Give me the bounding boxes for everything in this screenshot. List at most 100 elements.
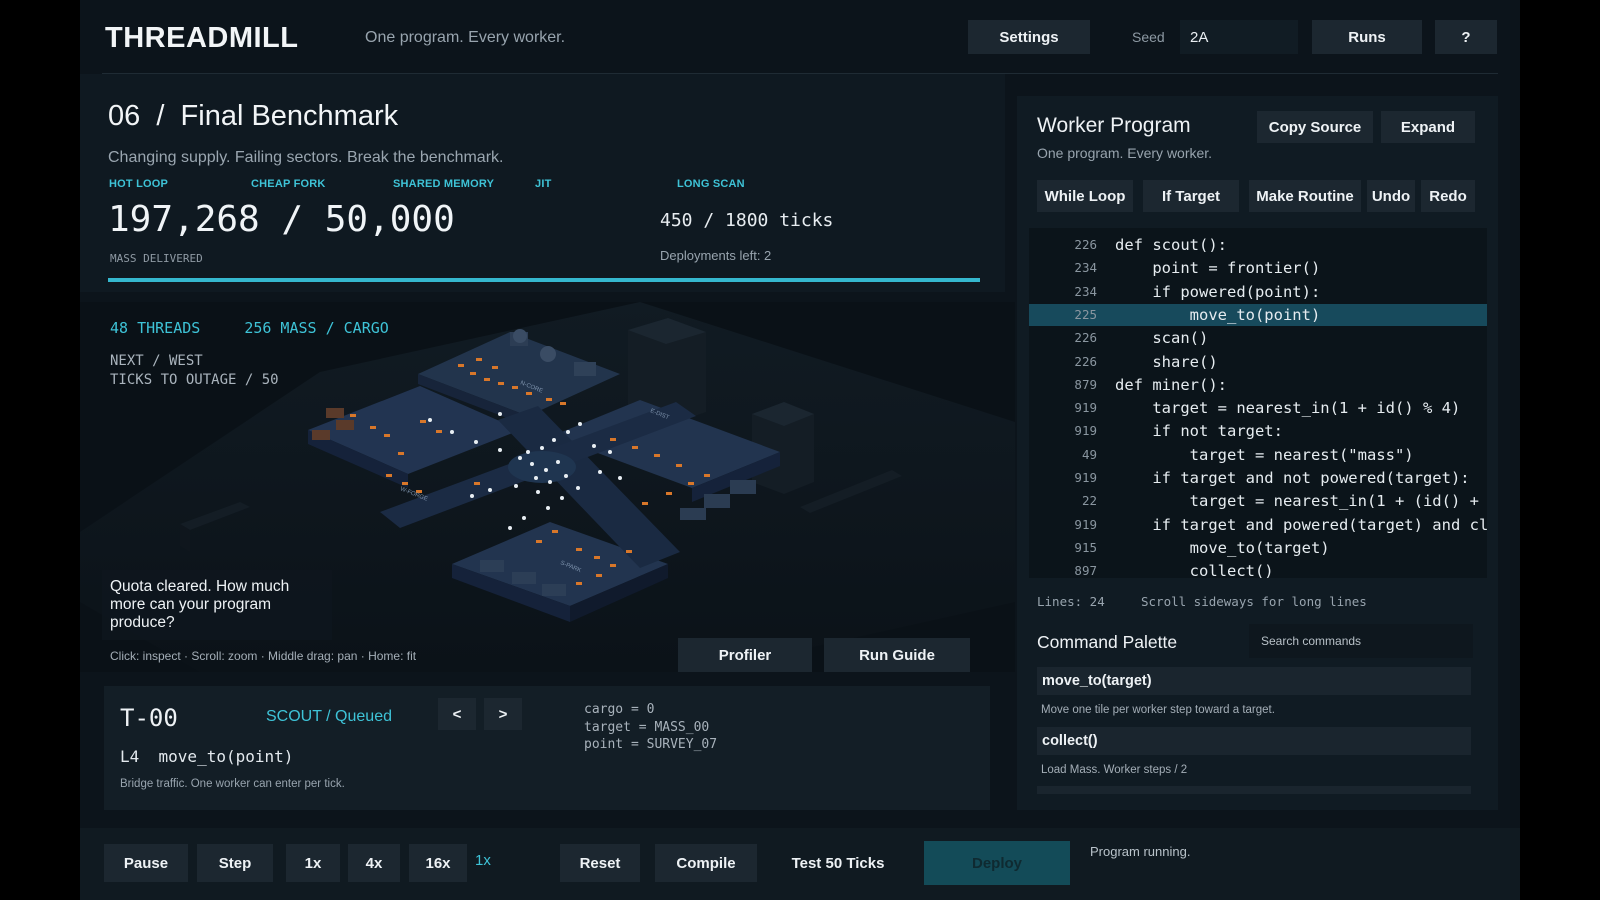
code-text: if powered(point):: [1115, 282, 1321, 301]
cargo-capacity: 256 MASS / CARGO: [244, 319, 389, 337]
line-number: 226: [1074, 353, 1097, 369]
code-text: target = nearest_in(1 + id() % 4): [1115, 399, 1461, 418]
profiler-button[interactable]: Profiler: [678, 638, 812, 672]
central-hub: [508, 451, 576, 483]
reset-button[interactable]: Reset: [560, 844, 640, 882]
code-line[interactable]: 22 target = nearest_in(1 + (id() + 1: [1029, 490, 1487, 512]
if-target-button[interactable]: If Target: [1143, 180, 1239, 212]
var-target: target = MASS_00: [584, 719, 710, 735]
quota-message: Quota cleared. How much more can your pr…: [102, 570, 332, 640]
compile-button[interactable]: Compile: [655, 844, 757, 882]
code-text: def scout():: [1115, 236, 1227, 254]
code-line[interactable]: 915 move_to(target): [1029, 537, 1487, 559]
code-text: move_to(point): [1115, 305, 1321, 324]
prev-worker-button[interactable]: <: [438, 698, 476, 730]
score-readout: 197,268 / 50,000: [108, 199, 455, 240]
speed-4x-button[interactable]: 4x: [348, 844, 400, 882]
settings-button[interactable]: Settings: [968, 20, 1090, 54]
code-text: if target and powered(target) and cla: [1115, 515, 1487, 534]
speed-1x-button[interactable]: 1x: [286, 844, 340, 882]
palette-title: Command Palette: [1037, 632, 1178, 652]
seed-label: Seed: [1132, 29, 1165, 45]
code-line[interactable]: 919 if target and not powered(target):: [1029, 467, 1487, 489]
thread-count: 48 THREADS: [110, 319, 201, 337]
command-move-to[interactable]: move_to(target): [1037, 667, 1471, 695]
pause-button[interactable]: Pause: [104, 844, 188, 882]
var-cargo: cargo = 0: [584, 702, 655, 717]
level-title: 06 / Final Benchmark: [108, 100, 399, 132]
runs-button[interactable]: Runs: [1312, 20, 1422, 54]
speed-16x-button[interactable]: 16x: [409, 844, 467, 882]
deploy-button[interactable]: Deploy: [924, 841, 1070, 885]
code-line[interactable]: 919 if target and powered(target) and cl…: [1029, 514, 1487, 536]
copy-source-button[interactable]: Copy Source: [1257, 111, 1373, 143]
code-line[interactable]: 226 share(): [1029, 351, 1487, 373]
redo-button[interactable]: Redo: [1421, 180, 1475, 212]
next-outage-direction: NEXT / WEST: [110, 353, 203, 369]
line-number: 915: [1074, 539, 1097, 555]
code-line[interactable]: 234 if powered(point):: [1029, 281, 1487, 303]
quota-progress-fill: [108, 278, 980, 282]
line-number: 879: [1074, 376, 1097, 392]
app-tagline: One program. Every worker.: [365, 29, 566, 46]
code-line[interactable]: 226 def scout():: [1029, 234, 1487, 256]
line-number: 234: [1074, 283, 1097, 299]
worker-inspector: T-00 SCOUT / Queued < > L4 move_to(point…: [104, 686, 990, 810]
next-worker-button[interactable]: >: [484, 698, 522, 730]
code-text: move_to(target): [1115, 538, 1330, 557]
command-partial[interactable]: [1037, 786, 1471, 794]
tag-jit: JIT: [535, 178, 552, 190]
code-text: target = nearest_in(1 + (id() + 1: [1115, 492, 1487, 511]
while-loop-button[interactable]: While Loop: [1037, 180, 1133, 212]
code-text: def miner():: [1115, 375, 1227, 394]
code-line[interactable]: 919 if not target:: [1029, 420, 1487, 442]
worker-note: Bridge traffic. One worker can enter per…: [120, 778, 345, 790]
code-text: point = frontier(): [1115, 259, 1321, 278]
code-line[interactable]: 919 target = nearest_in(1 + id() % 4): [1029, 397, 1487, 419]
deployments-left: Deployments left: 2: [660, 248, 772, 263]
threadmill-app: THREADMILL One program. Every worker. Se…: [80, 0, 1520, 900]
command-search-input[interactable]: [1249, 624, 1473, 658]
current-speed: 1x: [475, 852, 491, 869]
code-text: scan(): [1115, 329, 1209, 348]
make-routine-button[interactable]: Make Routine: [1249, 180, 1361, 212]
tag-cheap-fork: CHEAP FORK: [251, 178, 326, 190]
line-count: Lines: 24: [1037, 594, 1105, 609]
ticks-to-outage: TICKS TO OUTAGE / 50: [110, 372, 279, 388]
code-line[interactable]: 226 scan(): [1029, 327, 1487, 349]
var-point: point = SURVEY_07: [584, 737, 718, 752]
code-editor[interactable]: 226 def scout(): 234 point = frontier() 234…: [1029, 228, 1487, 578]
line-number: 919: [1074, 470, 1097, 485]
scroll-hint: Scroll sideways for long lines: [1141, 594, 1367, 609]
code-text: share(): [1115, 352, 1218, 371]
tag-hot-loop: HOT LOOP: [109, 178, 169, 190]
code-line[interactable]: 879 def miner():: [1029, 374, 1487, 396]
line-number: 225: [1074, 306, 1097, 322]
code-text: collect(): [1115, 562, 1274, 578]
step-button[interactable]: Step: [197, 844, 273, 882]
code-line[interactable]: 234 point = frontier(): [1029, 257, 1487, 279]
quota-progress-bar: [108, 278, 980, 282]
worker-role-status: SCOUT / Queued: [266, 708, 392, 725]
game-viewport[interactable]: N-CORE E-DIST S-PARK W-FORGE 48 THREADS 2…: [80, 302, 1015, 672]
undo-button[interactable]: Undo: [1367, 180, 1415, 212]
code-line-active[interactable]: 225 move_to(point): [1029, 303, 1487, 326]
run-guide-button[interactable]: Run Guide: [824, 638, 970, 672]
code-line[interactable]: 897 collect(): [1029, 560, 1487, 578]
command-collect[interactable]: collect(): [1037, 727, 1471, 755]
test-50-ticks-button[interactable]: Test 50 Ticks: [770, 844, 906, 882]
viewport-stats: 48 THREADS 256 MASS / CARGO: [110, 319, 433, 337]
outage-info: NEXT / WEST TICKS TO OUTAGE / 50: [110, 352, 279, 390]
code-line[interactable]: 49 target = nearest("mass"): [1029, 444, 1487, 466]
line-number: 49: [1081, 446, 1097, 462]
seed-input[interactable]: [1180, 20, 1298, 54]
expand-button[interactable]: Expand: [1381, 111, 1475, 143]
tick-counter: 450 / 1800 ticks: [660, 210, 834, 231]
tag-shared-memory: SHARED MEMORY: [393, 178, 495, 190]
score-label: MASS DELIVERED: [110, 252, 203, 265]
code-text: target = nearest("mass"): [1115, 445, 1414, 464]
line-number: 226: [1074, 237, 1097, 252]
line-number: 919: [1074, 400, 1097, 416]
help-button[interactable]: ?: [1435, 20, 1497, 54]
program-status: Program running.: [1090, 844, 1191, 859]
